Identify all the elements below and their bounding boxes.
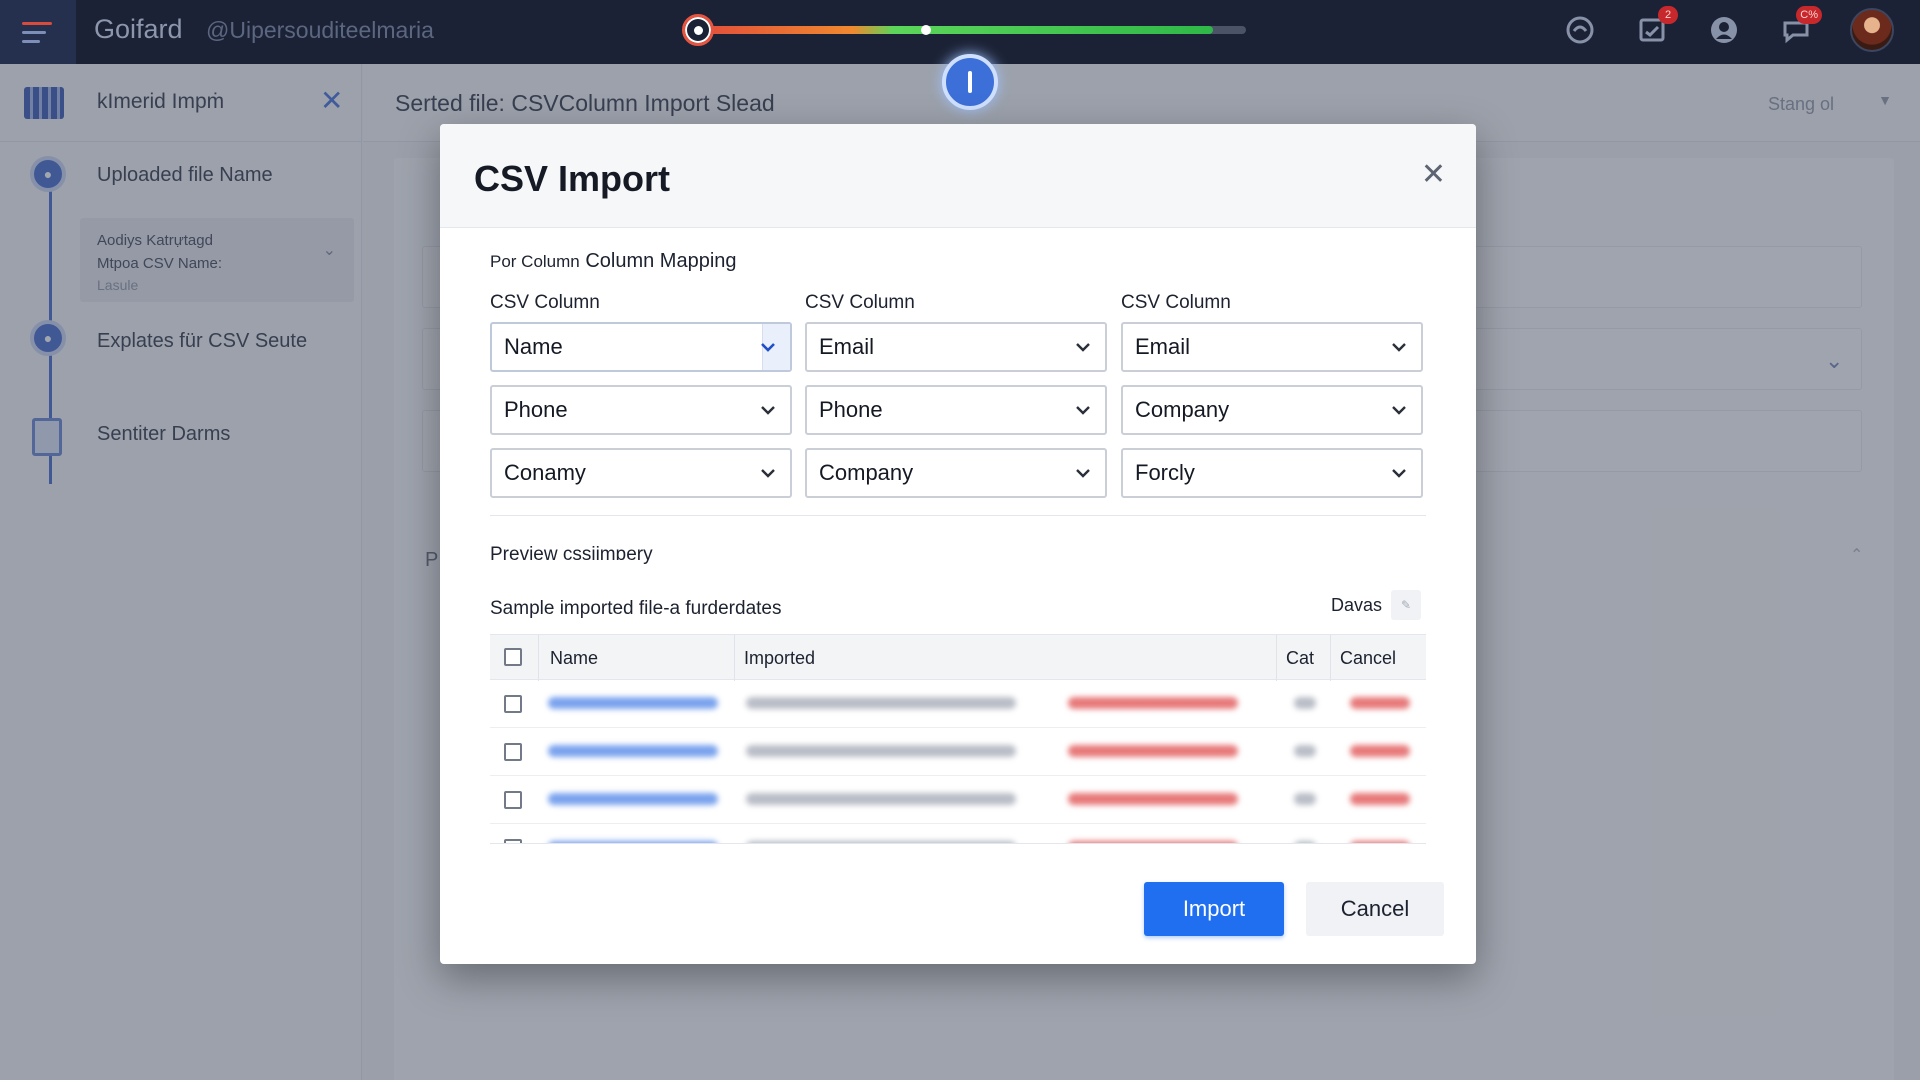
row-name-value	[548, 793, 718, 805]
chevron-down-icon	[1392, 469, 1406, 478]
header-cancel[interactable]: Cancel	[1340, 648, 1396, 669]
select-value: Phone	[504, 397, 568, 422]
inbox-icon[interactable]: 2	[1634, 6, 1678, 48]
profile-icon[interactable]	[1706, 12, 1742, 48]
mapping-select[interactable]: Phone	[490, 385, 792, 435]
loading-spinner-icon	[942, 54, 998, 110]
row-cat-value	[1294, 745, 1316, 757]
column-label: CSV Column	[490, 292, 600, 313]
table-header: Name Imported Cat Cancel	[490, 634, 1426, 681]
table-row[interactable]	[490, 680, 1426, 728]
import-progress-bar	[698, 26, 1246, 34]
select-value: Company	[819, 460, 914, 485]
table-row[interactable]	[490, 824, 1426, 843]
brand-name: Goifard	[94, 14, 183, 44]
row-cancel-value	[1350, 841, 1410, 843]
row-cancel-value	[1350, 745, 1410, 757]
mapping-select[interactable]: Email	[805, 322, 1107, 372]
close-icon[interactable]: ✕	[1421, 160, 1446, 190]
select-all-checkbox[interactable]	[504, 648, 522, 666]
messages-icon[interactable]: C%	[1778, 6, 1822, 48]
chevron-down-icon	[761, 343, 775, 352]
column-label: CSV Column	[805, 292, 915, 313]
row-status-value	[1068, 697, 1238, 709]
section-heading: Column Mapping	[585, 250, 737, 272]
csv-import-dialog: CSV Import ✕ Por Column Column Mapping C…	[440, 124, 1476, 964]
select-value: Company	[1135, 397, 1230, 422]
chevron-down-icon	[1392, 343, 1406, 352]
chevron-down-icon	[1076, 469, 1090, 478]
chevron-down-icon	[761, 469, 775, 478]
row-cat-value	[1294, 841, 1316, 843]
column-divider	[538, 635, 539, 681]
header-name[interactable]: Name	[550, 648, 598, 669]
davas-label: Davas	[1331, 595, 1383, 615]
column-divider	[1330, 635, 1331, 681]
top-bar: Goifard @Uipersouditeelmaria 2 C%	[0, 0, 1920, 64]
user-handle: @Uipersouditeelmaria	[206, 17, 434, 43]
chevron-down-icon	[761, 406, 775, 415]
row-checkbox[interactable]	[504, 791, 522, 809]
mapping-select[interactable]: Company	[1121, 385, 1423, 435]
row-checkbox[interactable]	[504, 839, 522, 843]
sample-title: Sample imported file-a furderdates	[490, 598, 782, 619]
mapping-select[interactable]: Conamy	[490, 448, 792, 498]
row-cancel-value	[1350, 793, 1410, 805]
mapping-select[interactable]: Email	[1121, 322, 1423, 372]
row-imported-value	[746, 793, 1016, 805]
table-row[interactable]	[490, 728, 1426, 776]
preview-table: Name Imported Cat Cancel	[490, 634, 1426, 844]
column-divider	[734, 635, 735, 681]
header-imported[interactable]: Imported	[744, 648, 815, 669]
mapping-select[interactable]: Forcly	[1121, 448, 1423, 498]
cancel-button[interactable]: Cancel	[1306, 882, 1444, 936]
import-progress-fill	[698, 26, 1214, 34]
row-checkbox[interactable]	[504, 743, 522, 761]
row-name-value	[548, 841, 718, 843]
inbox-badge: 2	[1658, 6, 1678, 24]
select-value: Email	[819, 334, 875, 359]
select-value: Name	[504, 334, 563, 359]
row-cat-value	[1294, 793, 1316, 805]
table-row[interactable]	[490, 776, 1426, 824]
chevron-down-icon	[1392, 406, 1406, 415]
chevron-down-icon	[1076, 343, 1090, 352]
dialog-header: CSV Import ✕	[440, 124, 1476, 228]
preview-title: Preview cssiimɒery	[490, 544, 653, 565]
row-imported-value	[746, 841, 1016, 843]
column-label: CSV Column	[1121, 292, 1231, 313]
chevron-down-icon	[1076, 406, 1090, 415]
row-status-value	[1068, 841, 1238, 843]
messages-badge: C%	[1796, 6, 1822, 24]
import-button[interactable]: Import	[1144, 882, 1284, 936]
dialog-title: CSV Import	[474, 158, 671, 199]
mapping-select[interactable]: Company	[805, 448, 1107, 498]
select-value: Forcly	[1135, 460, 1195, 485]
section-divider	[490, 515, 1426, 516]
progress-slider-handle[interactable]	[682, 14, 714, 46]
row-name-value	[548, 745, 718, 757]
select-value: Phone	[819, 397, 883, 422]
mapping-select[interactable]: Name	[490, 322, 792, 372]
chat-icon[interactable]	[1562, 12, 1598, 48]
menu-icon[interactable]	[0, 0, 76, 64]
progress-marker	[921, 25, 931, 35]
header-cat[interactable]: Cat	[1286, 648, 1314, 669]
row-imported-value	[746, 745, 1016, 757]
select-value: Conamy	[504, 460, 586, 485]
mapping-select[interactable]: Phone	[805, 385, 1107, 435]
row-cat-value	[1294, 697, 1316, 709]
select-value: Email	[1135, 334, 1191, 359]
row-imported-value	[746, 697, 1016, 709]
row-cancel-value	[1350, 697, 1410, 709]
column-mapping-title: Por Column Column Mapping	[490, 250, 737, 273]
user-avatar[interactable]	[1850, 8, 1894, 52]
column-divider	[1276, 635, 1277, 681]
row-checkbox[interactable]	[504, 695, 522, 713]
row-status-value	[1068, 793, 1238, 805]
row-name-value	[548, 697, 718, 709]
row-status-value	[1068, 745, 1238, 757]
edit-icon[interactable]: ✎	[1391, 590, 1421, 620]
section-prefix: Por Column	[490, 252, 580, 271]
